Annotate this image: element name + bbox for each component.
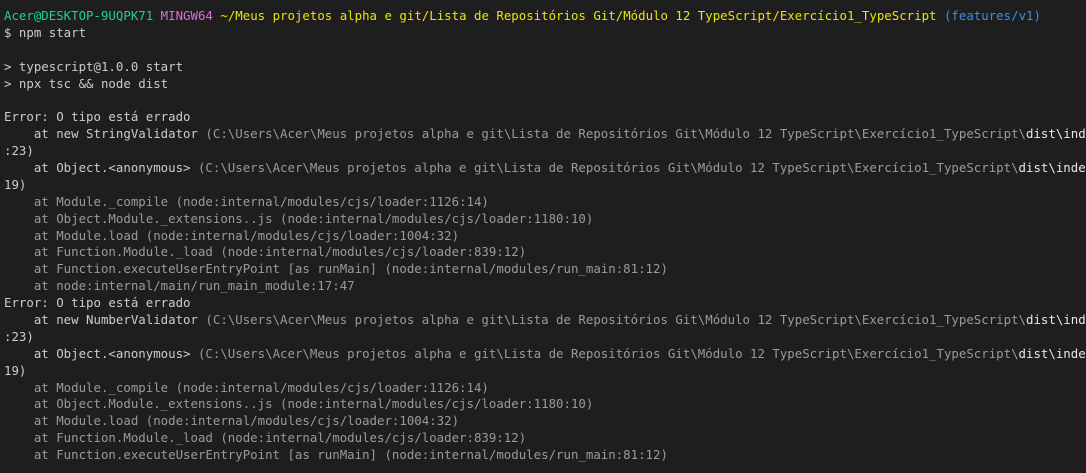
npm-output-line: > typescript@1.0.0 start — [4, 58, 184, 74]
prompt-user-host: Acer@DESKTOP-9UQPK71 — [4, 8, 154, 23]
stack-frame-call: at new NumberValidator — [4, 312, 206, 328]
internal-stack-frame: at Module.load (node:internal/modules/cj… — [4, 227, 460, 243]
stack-frame-path: (C:\Users\Acer\Meus projetos alpha e git… — [197, 345, 1019, 361]
stack-frame: at new NumberValidator (C:\Users\Acer\Me… — [4, 312, 1086, 329]
stack-frame-path: (C:\Users\Acer\Meus projetos alpha e git… — [197, 160, 1019, 176]
stack-frame: at Object.<anonymous> (C:\Users\Acer\Meu… — [4, 346, 1086, 363]
stack-frame-path: (C:\Users\Acer\Meus projetos alpha e git… — [205, 126, 1026, 142]
stack-frame-call: at new StringValidator — [4, 126, 206, 142]
prompt-line: Acer@DESKTOP-9UQPK71 MINGW64 ~/Meus proj… — [4, 8, 1086, 25]
prompt-branch: (features/v1) — [943, 8, 1041, 23]
error-message: Error: O tipo está errado — [4, 295, 191, 311]
stack-frame-wrap: 19) — [4, 362, 27, 378]
stack-frame-file: dist\index.js:55: — [1018, 160, 1086, 176]
stack-frame-wrap: :23) — [4, 143, 34, 159]
stack-frame-wrap: 19) — [4, 176, 27, 192]
stack-frame-path: (C:\Users\Acer\Meus projetos alpha e git… — [205, 312, 1026, 328]
stack-frame-call: at Object.<anonymous> — [4, 160, 198, 176]
stack-frame-wrap: :23) — [4, 328, 34, 344]
internal-stack-frame: at Function.Module._load (node:internal/… — [4, 244, 527, 260]
internal-stack-frame: at Module._compile (node:internal/module… — [4, 379, 489, 395]
stack-frame-file: dist\index.js:56: — [1018, 345, 1086, 361]
internal-stack-frame: at Object.Module._extensions..js (node:i… — [4, 396, 594, 412]
stack-frame-call: at Object.<anonymous> — [4, 345, 198, 361]
stack-frame-file: dist\index.js:15 — [1026, 126, 1086, 142]
internal-stack-frame: at Function.executeUserEntryPoint [as ru… — [4, 447, 668, 463]
prompt-shell: MINGW64 — [160, 8, 213, 23]
stack-frame: at new StringValidator (C:\Users\Acer\Me… — [4, 126, 1086, 143]
stack-frame-file: dist\index.js:31 — [1026, 312, 1086, 328]
npm-output-line: > npx tsc && node dist — [4, 75, 169, 91]
internal-stack-frame: at Function.executeUserEntryPoint [as ru… — [4, 261, 668, 277]
stack-frame: at Object.<anonymous> (C:\Users\Acer\Meu… — [4, 160, 1086, 177]
command-line: $ npm start — [4, 24, 87, 40]
terminal-window[interactable]: Acer@DESKTOP-9UQPK71 MINGW64 ~/Meus proj… — [0, 0, 1086, 473]
internal-stack-frame: at node:internal/main/run_main_module:17… — [4, 278, 355, 294]
prompt-path: ~/Meus projetos alpha e git/Lista de Rep… — [220, 8, 937, 23]
error-message: Error: O tipo está errado — [4, 109, 191, 125]
internal-stack-frame: at Object.Module._extensions..js (node:i… — [4, 210, 594, 226]
internal-stack-frame: at Function.Module._load (node:internal/… — [4, 430, 527, 446]
internal-stack-frame: at Module.load (node:internal/modules/cj… — [4, 413, 460, 429]
internal-stack-frame: at Module._compile (node:internal/module… — [4, 193, 489, 209]
